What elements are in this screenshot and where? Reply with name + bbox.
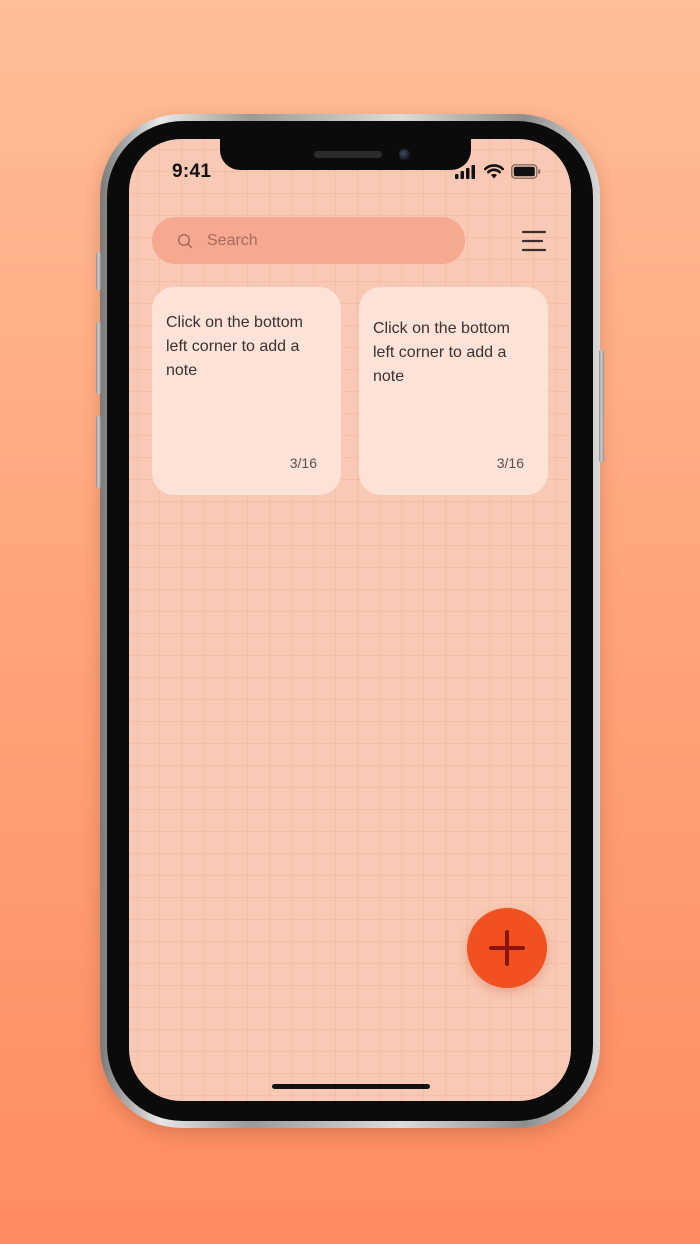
note-card[interactable]: Click on the bottom left corner to add a…	[359, 287, 548, 495]
mute-switch	[96, 252, 101, 290]
plus-icon	[489, 930, 525, 966]
search-icon	[177, 233, 193, 248]
note-card[interactable]: Click on the bottom left corner to add a…	[152, 287, 341, 495]
note-text: Click on the bottom left corner to add a…	[166, 314, 303, 379]
note-count: 3/16	[289, 455, 317, 471]
wifi-icon	[484, 164, 504, 179]
speaker	[314, 151, 382, 158]
home-indicator[interactable]	[272, 1084, 430, 1089]
add-note-button[interactable]	[467, 908, 547, 988]
note-text: Click on the bottom left corner to add a…	[373, 320, 510, 385]
search-bar[interactable]	[152, 217, 465, 264]
volume-up-button	[96, 322, 101, 394]
note-count: 3/16	[496, 455, 524, 471]
signal-icon	[455, 164, 475, 179]
notch	[220, 139, 471, 170]
menu-button[interactable]	[521, 229, 547, 253]
power-button	[599, 350, 604, 462]
camera	[399, 149, 410, 160]
status-icons	[455, 164, 541, 179]
app-screen: 9:41 Click o	[129, 139, 571, 1101]
menu-icon	[521, 230, 547, 252]
battery-icon	[511, 164, 541, 179]
status-time: 9:41	[172, 161, 212, 182]
search-input[interactable]	[205, 230, 439, 251]
volume-down-button	[96, 416, 101, 488]
